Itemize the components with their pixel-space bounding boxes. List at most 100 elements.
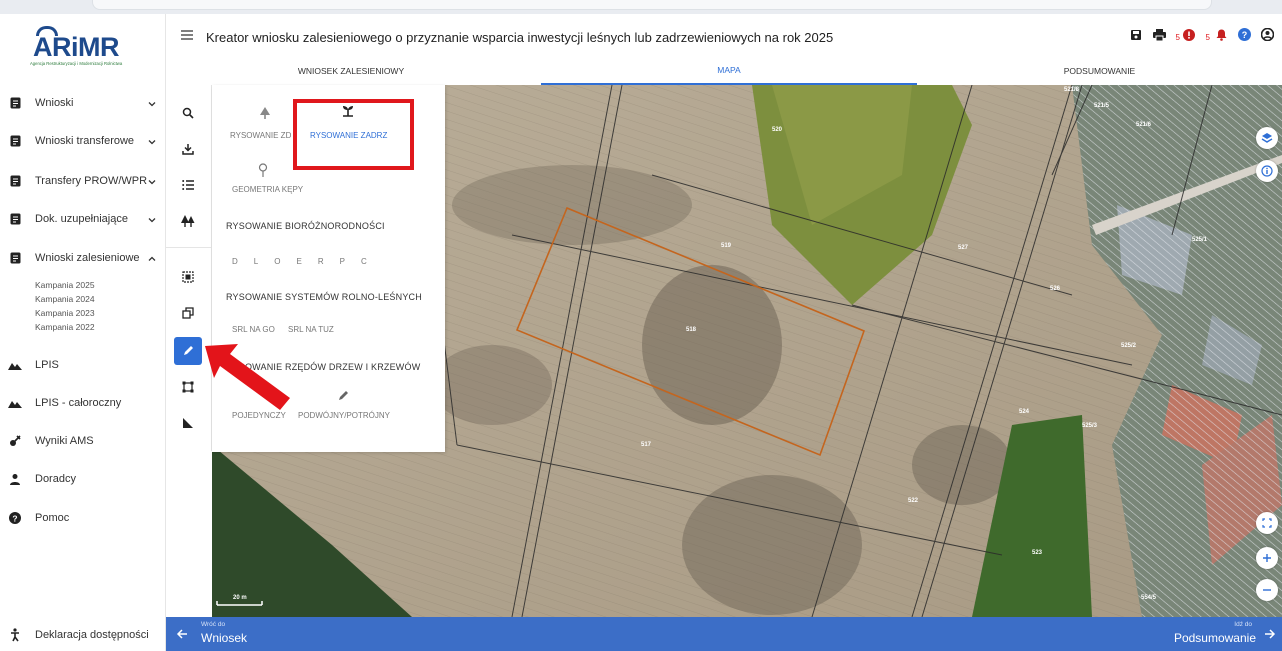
menu-icon[interactable] <box>180 28 194 42</box>
help-icon[interactable]: ? <box>1232 28 1256 46</box>
chevron-down-icon[interactable] <box>148 99 156 107</box>
sidebar-item-label: LPIS - całoroczny <box>35 397 122 409</box>
parcel-label: 519 <box>721 243 732 249</box>
back-button[interactable]: Wróć do Wniosek <box>166 617 286 651</box>
zoom-in-button[interactable] <box>1256 547 1278 569</box>
tree-outline-icon <box>258 163 268 177</box>
next-hint: Idź do <box>1234 621 1252 628</box>
parcel-label: 554/5 <box>1141 595 1157 601</box>
print-icon[interactable] <box>1148 28 1170 46</box>
sidebar-item-label: Wnioski transferowe <box>35 135 135 147</box>
copy-icon <box>182 307 194 319</box>
header-actions: 5 5 ? <box>1124 27 1278 46</box>
info-icon <box>1261 165 1273 177</box>
save-icon[interactable] <box>1124 28 1148 46</box>
sidebar-item-wnioski[interactable]: Wnioski <box>0 92 166 114</box>
sidebar-item-wnioski-zalesieniowe[interactable]: Wnioski zalesieniowe <box>0 247 166 269</box>
tree-icon <box>260 107 270 119</box>
sidebar-item-dok-uzupe-niaj-ce[interactable]: Dok. uzupełniające <box>0 208 166 230</box>
person-icon <box>8 472 22 486</box>
error-count: 5 <box>1175 32 1180 42</box>
parcel-label: 521/6 <box>1136 122 1152 128</box>
sidebar-item-label: Pomoc <box>35 512 70 524</box>
geometry-kepy-label: GEOMETRIA KĘPY <box>232 185 304 194</box>
map-scale-label: 20 m <box>233 595 247 601</box>
chevron-up-icon[interactable] <box>148 254 156 262</box>
back-hint: Wróć do <box>201 621 226 628</box>
back-label: Wniosek <box>201 631 248 645</box>
biodiversity-option-c[interactable]: C <box>361 257 367 266</box>
sidebar-item-wyniki-ams[interactable]: Wyniki AMS <box>0 430 166 452</box>
download-tool[interactable] <box>174 135 202 163</box>
account-icon[interactable] <box>1256 27 1278 46</box>
select-area-icon <box>182 271 194 283</box>
list-icon <box>182 180 194 190</box>
measure-area-tool[interactable] <box>174 373 202 401</box>
pencil-icon <box>184 346 193 355</box>
sidebar-item-label: Transfery PROW/WPR <box>35 175 148 187</box>
arrow-right-icon <box>1265 629 1276 639</box>
sidebar-item-lpis[interactable]: LPIS <box>0 354 166 376</box>
layers-button[interactable] <box>1256 127 1278 149</box>
draw-tool[interactable] <box>174 337 202 365</box>
biodiversity-option-l[interactable]: L <box>254 257 258 266</box>
logo[interactable]: ARiMR Agencja Restrukturyzacji i Moderni… <box>0 14 166 74</box>
tab-mapa[interactable]: MAPA <box>541 56 917 85</box>
mountain-icon <box>8 358 22 372</box>
bell-icon[interactable] <box>1210 28 1232 46</box>
biodiversity-option-e[interactable]: E <box>296 257 301 266</box>
agroforestry-header: RYSOWANIE SYSTEMÓW ROLNO-LEŚNYCH <box>226 292 422 302</box>
copy-geometry-tool[interactable] <box>174 299 202 327</box>
chevron-down-icon[interactable] <box>148 177 156 185</box>
measure-angle-tool[interactable] <box>174 409 202 437</box>
document-icon <box>8 212 22 226</box>
parcel-label: 521/5 <box>1094 103 1110 109</box>
biodiversity-option-o[interactable]: O <box>274 257 280 266</box>
fullscreen-button[interactable] <box>1256 512 1278 534</box>
satellite-icon <box>8 434 22 448</box>
search-tool[interactable] <box>174 99 202 127</box>
sidebar-item-label: Dok. uzupełniające <box>35 213 128 225</box>
sidebar-item-transfery-prow-wpr[interactable]: Transfery PROW/WPR <box>0 170 166 192</box>
double-row-option[interactable]: PODWÓJNY/POTRÓJNY <box>298 411 390 420</box>
sidebar-item-pomoc[interactable]: ? Pomoc <box>0 507 166 529</box>
chevron-down-icon[interactable] <box>148 215 156 223</box>
chevron-down-icon[interactable] <box>148 137 156 145</box>
sidebar-subitem-kampania-2024[interactable]: Kampania 2024 <box>35 294 95 304</box>
sidebar-item-deklaracja[interactable]: Deklaracja dostępności <box>0 624 166 646</box>
tab-podsumowanie[interactable]: PODSUMOWANIE <box>917 56 1282 85</box>
sidebar-subitem-kampania-2025[interactable]: Kampania 2025 <box>35 280 95 290</box>
srl-go-option[interactable]: SRL NA GO <box>232 325 275 334</box>
zoom-out-button[interactable] <box>1256 579 1278 601</box>
svg-text:?: ? <box>12 513 17 523</box>
sidebar-subitem-kampania-2022[interactable]: Kampania 2022 <box>35 322 95 332</box>
parcel-label: 526 <box>1050 286 1061 292</box>
error-icon[interactable] <box>1180 28 1198 46</box>
list-tool[interactable] <box>174 171 202 199</box>
layers-icon <box>1261 133 1273 143</box>
arrow-left-icon <box>176 629 187 639</box>
biodiversity-option-r[interactable]: R <box>318 257 324 266</box>
srl-tuz-option[interactable]: SRL NA TUZ <box>288 325 334 334</box>
biodiversity-option-p[interactable]: P <box>340 257 345 266</box>
draw-zd-option[interactable]: RYSOWANIE ZD <box>230 105 296 145</box>
measure-area-icon <box>182 381 194 393</box>
mountain-icon <box>8 396 22 410</box>
next-button[interactable]: Idź do Podsumowanie <box>1152 617 1282 651</box>
sidebar-item-lpis-ca-oroczny[interactable]: LPIS - całoroczny <box>0 392 166 414</box>
biodiversity-options: DLOERPC <box>232 257 367 266</box>
bottom-nav-bar: Wróć do Wniosek Idź do Podsumowanie <box>166 617 1282 651</box>
forest-tool[interactable] <box>174 207 202 235</box>
parcel-label: 523 <box>1032 550 1043 556</box>
select-area-tool[interactable] <box>174 263 202 291</box>
document-icon <box>8 96 22 110</box>
tab-wniosek[interactable]: WNIOSEK ZALESIENIOWY <box>166 56 536 85</box>
sidebar-subitem-kampania-2023[interactable]: Kampania 2023 <box>35 308 95 318</box>
sidebar-item-wnioski-transferowe[interactable]: Wnioski transferowe <box>0 130 166 152</box>
info-button[interactable] <box>1256 160 1278 182</box>
plus-icon <box>1263 554 1271 562</box>
parcel-label: 517 <box>641 442 652 448</box>
sidebar-item-doradcy[interactable]: Doradcy <box>0 468 166 490</box>
biodiversity-option-d[interactable]: D <box>232 257 238 266</box>
sidebar-item-label: Wnioski <box>35 97 74 109</box>
